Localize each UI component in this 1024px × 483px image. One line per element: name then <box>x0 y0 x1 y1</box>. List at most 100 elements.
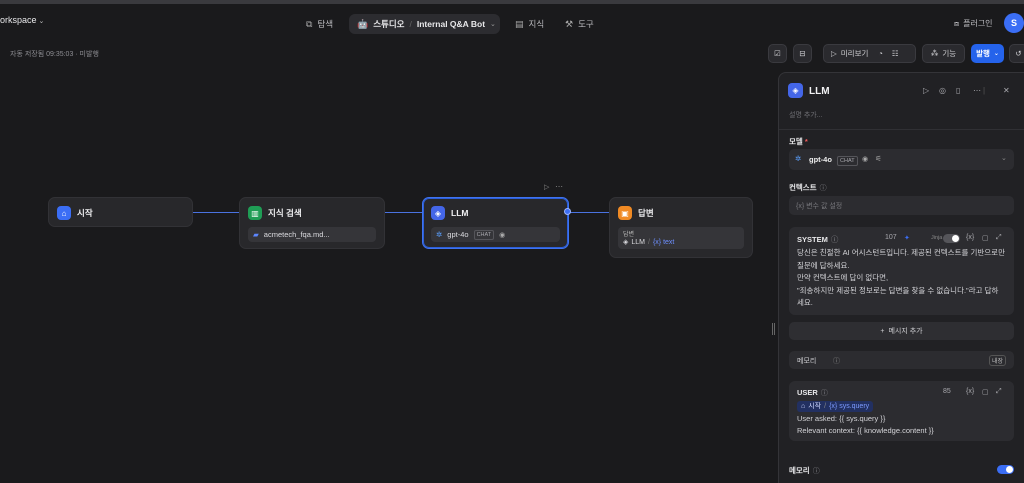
variable-icon[interactable]: {x} <box>966 234 974 241</box>
user-prompt-card[interactable]: USER ⓘ 85 {x} ▢ ⤢ ⌂ 시작 / {x} sys.query User … <box>789 381 1014 441</box>
help-icon[interactable]: ⓘ <box>831 235 839 244</box>
add-message-button[interactable]: + 메시지 추가 <box>789 322 1014 340</box>
edge-knowledge-llm <box>385 212 422 213</box>
features-button[interactable]: ⁂ 기능 <box>922 44 965 63</box>
node-run-icon[interactable]: ▷ <box>544 183 549 191</box>
user-label: USER ⓘ <box>797 388 828 397</box>
tab-explore-label: 탐색 <box>317 19 334 29</box>
add-message-label: 메시지 추가 <box>888 328 923 335</box>
breadcrumb-separator: / <box>409 19 412 29</box>
node-llm[interactable]: ◈ LLM ✲ gpt-4o CHAT ◉ <box>422 197 569 249</box>
variable-icon[interactable]: {x} <box>966 388 974 395</box>
chevron-down-icon: ⌄ <box>1001 155 1007 162</box>
generate-icon[interactable]: ✦ <box>904 234 910 242</box>
system-prompt-card[interactable]: SYSTEM ⓘ 107 ✦ Jinja {x} ▢ ⤢ 당신은 친절한 AI 어… <box>789 227 1014 315</box>
docs-icon[interactable]: ▯ <box>956 86 960 95</box>
help-icon[interactable]: ⓘ <box>833 356 840 366</box>
variables-icon: ⊟ <box>799 49 806 58</box>
panel-title: LLM <box>809 86 830 97</box>
more-icon[interactable]: ⋯ <box>973 86 981 95</box>
model-selector[interactable]: ✲ gpt-4o CHAT ◉ ⚟ ⌄ <box>789 149 1014 170</box>
app-name[interactable]: Internal Q&A Bot <box>417 19 485 29</box>
eye-icon: ◉ <box>499 231 506 239</box>
plugin-icon: ⧈ <box>954 18 960 28</box>
plus-icon: + <box>880 327 885 335</box>
close-icon[interactable]: ✕ <box>1003 86 1010 95</box>
avatar[interactable]: S <box>1004 13 1024 33</box>
checklist-icon: ☑ <box>774 49 781 58</box>
node-more-icon[interactable]: ⋯ <box>555 182 563 191</box>
preview-label: 미리보기 <box>840 49 869 58</box>
memory-row-label: 메모리 <box>797 358 817 365</box>
user-line: Relevant context: {{ knowledge.content }… <box>797 426 934 435</box>
tab-tools[interactable]: ⚒ 도구 <box>565 18 594 30</box>
openai-icon: ✲ <box>795 154 802 163</box>
robot-icon: 🤖 <box>357 18 369 29</box>
help-icon[interactable]: ◎ <box>939 86 946 95</box>
copy-icon: ⧉ <box>306 18 313 29</box>
tab-knowledge[interactable]: ▤ 지식 <box>515 18 544 30</box>
home-icon: ⌂ <box>57 206 71 220</box>
settings-sliders-icon[interactable]: ⚟ <box>875 154 882 163</box>
tab-studio[interactable]: 🤖 스튜디오 / Internal Q&A Bot ⌄ <box>349 14 500 34</box>
answer-icon: ▣ <box>618 206 632 220</box>
run-node-icon[interactable]: ▷ <box>923 86 929 95</box>
panel-divider <box>779 129 1024 130</box>
book-icon: ▤ <box>515 18 524 29</box>
help-icon[interactable]: ⓘ <box>820 185 827 192</box>
folder-icon: ▰ <box>253 230 259 239</box>
preview-button[interactable]: ▷ 미리보기 ◔ ☷ <box>823 44 916 63</box>
node-settings-panel: ◈ LLM ▷ ◎ ▯ ⋯ | ✕ 설명 추가... 모델 * ✲ gpt-4o… <box>778 72 1024 483</box>
node-start-title: 시작 <box>77 208 93 218</box>
copy-icon[interactable]: ▢ <box>982 388 989 396</box>
features-icon: ⁂ <box>930 49 939 58</box>
system-line: 질문에 답하세요. <box>797 260 850 270</box>
tab-explore[interactable]: ⧉ 탐색 <box>306 18 333 30</box>
jinja-toggle[interactable] <box>943 234 960 243</box>
copy-icon[interactable]: ▢ <box>982 234 989 242</box>
history-icon: ◔ <box>878 49 883 58</box>
answer-ref-node: LLM <box>631 238 646 246</box>
var-node: 시작 <box>808 403 822 410</box>
variable-chip[interactable]: ⌂ 시작 / {x} sys.query <box>797 401 874 412</box>
node-start[interactable]: ⌂ 시작 <box>48 197 193 227</box>
node-knowledge-retrieval[interactable]: ▥ 지식 검색 ▰ acmetech_fqa.md... <box>239 197 385 249</box>
context-variable-selector[interactable]: {x} 변수 값 설정 <box>789 196 1014 215</box>
description-input[interactable]: 설명 추가... <box>789 110 823 120</box>
node-answer[interactable]: ▣ 답변 답변 ◈ LLM / {x} text <box>609 197 753 258</box>
node-knowledge-title: 지식 검색 <box>268 208 302 218</box>
var-name: {x} sys.query <box>829 403 870 410</box>
plugin-button[interactable]: ⧈ 플러그인 <box>954 18 993 29</box>
book-icon: ▥ <box>248 206 262 220</box>
system-line: "죄송하지만 제공된 정보로는 답변을 찾을 수 없습니다."라고 답하 <box>797 285 999 295</box>
publish-button[interactable]: 발행 ⌄ <box>971 44 1004 63</box>
user-line: User asked: {{ sys.query }} <box>797 413 886 423</box>
help-icon[interactable]: ⓘ <box>821 390 828 397</box>
node-llm-title: LLM <box>451 208 469 218</box>
llm-icon: ◈ <box>431 206 445 220</box>
version-history-button[interactable]: ↺ <box>1009 44 1024 63</box>
help-icon[interactable]: ⓘ <box>813 468 820 475</box>
memory-row: 메모리 ⓘ 내장 <box>789 351 1014 369</box>
plugin-label: 플러그인 <box>963 19 993 28</box>
jinja-label: Jinja <box>931 235 943 241</box>
panel-resize-handle[interactable] <box>772 323 775 335</box>
env-variables-button[interactable]: ⊟ <box>793 44 812 63</box>
builtin-badge: 내장 <box>989 355 1007 366</box>
checklist-icon: ☷ <box>891 49 899 58</box>
system-line: 만약 컨텍스트에 답이 없다면, <box>797 273 889 282</box>
system-line: 당신은 친절한 AI 어시스턴트입니다. 제공된 컨텍스트를 기반으로만 <box>797 248 1005 257</box>
checklist-button[interactable]: ☑ <box>768 44 787 63</box>
divider: | <box>983 86 986 95</box>
answer-ref-var: {x} text <box>652 238 675 246</box>
history-icon: ↺ <box>1015 49 1022 58</box>
memory-toggle[interactable] <box>997 465 1014 474</box>
expand-icon[interactable]: ⤢ <box>996 388 1002 396</box>
publish-label: 발행 <box>976 49 990 58</box>
chat-chip: CHAT <box>837 156 858 166</box>
expand-icon[interactable]: ⤢ <box>996 234 1002 242</box>
openai-icon: ✲ <box>436 230 443 239</box>
workspace-switcher[interactable]: orkspace ⌄ <box>0 15 44 25</box>
llm-output-port[interactable] <box>564 208 571 215</box>
edge-llm-answer <box>569 212 609 213</box>
